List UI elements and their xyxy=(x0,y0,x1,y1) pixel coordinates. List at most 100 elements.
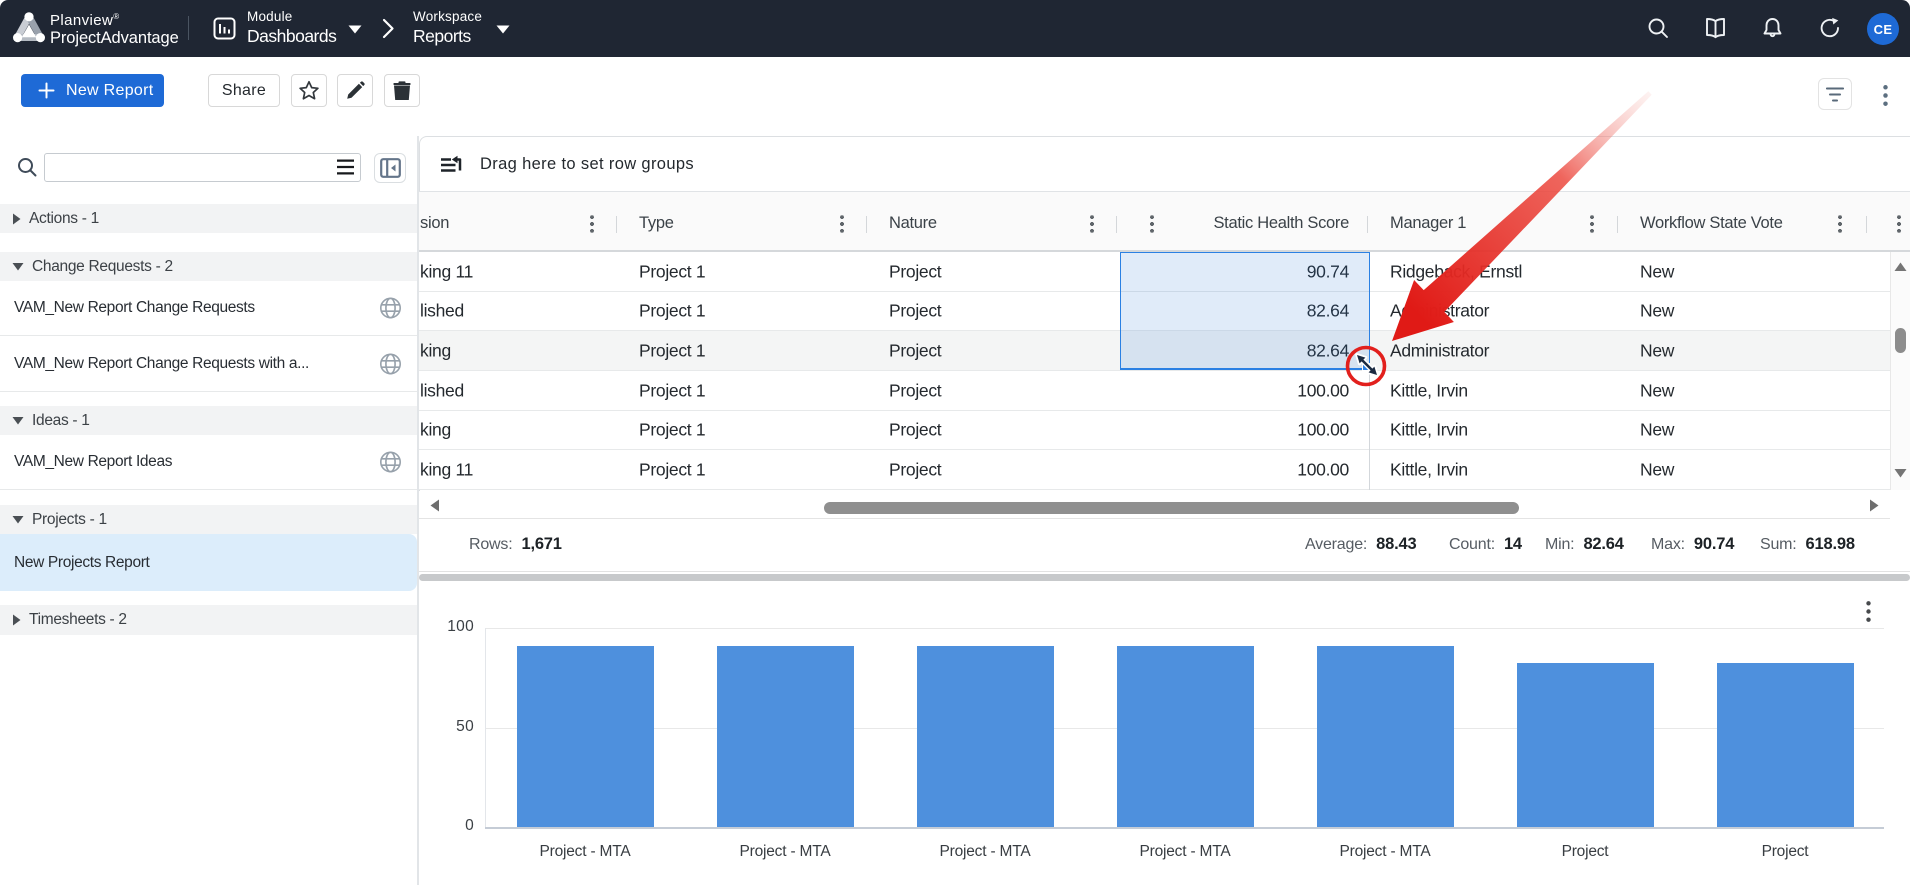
column-header-static-health-score[interactable]: Static Health Score xyxy=(1213,214,1349,233)
table-row[interactable]: king 11 Project 1 Project 100.00 Kittle,… xyxy=(419,450,1890,490)
cell-nature[interactable]: Project xyxy=(889,261,941,282)
module-caret-icon[interactable] xyxy=(348,25,362,34)
cell-nature[interactable]: Project xyxy=(889,340,941,361)
cell-version[interactable]: king 11 xyxy=(420,261,473,282)
avatar[interactable]: CE xyxy=(1867,13,1899,45)
cell-static-health-score[interactable]: 100.00 xyxy=(1297,380,1349,401)
cell-workflow-state-vote[interactable]: New xyxy=(1640,459,1674,480)
cell-nature[interactable]: Project xyxy=(889,459,941,480)
cell-static-health-score[interactable]: 100.00 xyxy=(1297,420,1349,441)
cell-static-health-score[interactable]: 100.00 xyxy=(1297,459,1349,480)
cell-version[interactable]: king 11 xyxy=(420,459,473,480)
cell-nature[interactable]: Project xyxy=(889,420,941,441)
bell-icon[interactable] xyxy=(1760,16,1785,40)
cell-version[interactable]: king xyxy=(420,340,451,361)
module-dashboards-icon[interactable] xyxy=(213,17,236,40)
cell-manager[interactable]: Kittle, Irvin xyxy=(1390,459,1468,480)
horizontal-scrollbar[interactable] xyxy=(419,491,1890,519)
filter-button[interactable] xyxy=(1818,78,1852,110)
cell-workflow-state-vote[interactable]: New xyxy=(1640,261,1674,282)
cell-type[interactable]: Project 1 xyxy=(639,301,705,322)
delete-button[interactable] xyxy=(384,74,420,107)
column-header-manager-1[interactable]: Manager 1 xyxy=(1390,214,1466,233)
panel-splitter[interactable] xyxy=(419,574,1910,581)
workspace-switcher[interactable]: Workspace Reports xyxy=(413,8,482,48)
chart-bar[interactable] xyxy=(1717,663,1854,828)
collapse-panel-button[interactable] xyxy=(374,153,406,183)
chart-bar[interactable] xyxy=(1117,646,1254,827)
refresh-icon[interactable] xyxy=(1818,16,1842,40)
sidebar-section-projects[interactable]: Projects - 1 xyxy=(0,505,417,534)
column-separator[interactable] xyxy=(866,216,867,233)
cell-workflow-state-vote[interactable]: New xyxy=(1640,420,1674,441)
edit-button[interactable] xyxy=(337,74,373,107)
cell-workflow-state-vote[interactable]: New xyxy=(1640,301,1674,322)
sidebar-search-input[interactable] xyxy=(44,153,361,182)
cell-nature[interactable]: Project xyxy=(889,380,941,401)
column-separator[interactable] xyxy=(1617,216,1618,233)
cell-manager[interactable]: Kittle, Irvin xyxy=(1390,420,1468,441)
sidebar-item-change-requests-2[interactable]: VAM_New Report Change Requests with a... xyxy=(0,336,417,392)
horizontal-scroll-thumb[interactable] xyxy=(824,502,1519,514)
chart-bar[interactable] xyxy=(717,646,854,827)
share-button[interactable]: Share xyxy=(208,74,280,107)
sidebar-section-change-requests[interactable]: Change Requests - 2 xyxy=(0,252,417,281)
column-header-workflow-state-vote[interactable]: Workflow State Vote xyxy=(1640,214,1783,233)
column-menu-icon[interactable] xyxy=(840,215,844,233)
vertical-scroll-thumb[interactable] xyxy=(1895,328,1906,353)
cell-workflow-state-vote[interactable]: New xyxy=(1640,380,1674,401)
column-menu-icon[interactable] xyxy=(1590,215,1594,233)
scroll-left-icon[interactable] xyxy=(430,499,440,512)
column-separator[interactable] xyxy=(616,216,617,233)
column-header-type[interactable]: Type xyxy=(639,214,674,233)
cell-version[interactable]: king xyxy=(420,420,451,441)
cell-manager[interactable]: Kittle, Irvin xyxy=(1390,380,1468,401)
cell-version[interactable]: lished xyxy=(420,380,464,401)
list-menu-icon[interactable] xyxy=(337,159,354,175)
cell-type[interactable]: Project 1 xyxy=(639,340,705,361)
table-row[interactable]: lished Project 1 Project 100.00 Kittle, … xyxy=(419,371,1890,411)
chart-bar[interactable] xyxy=(517,646,654,827)
column-header-version[interactable]: sion xyxy=(420,214,449,233)
cell-type[interactable]: Project 1 xyxy=(639,261,705,282)
vertical-scrollbar[interactable] xyxy=(1890,252,1910,490)
cell-manager[interactable]: Administrator xyxy=(1390,301,1489,322)
cell-manager[interactable]: Ridgeback, Ernstl xyxy=(1390,261,1522,282)
sidebar-section-ideas[interactable]: Ideas - 1 xyxy=(0,406,417,435)
fill-handle[interactable] xyxy=(1362,363,1370,371)
row-group-drop-zone[interactable]: Drag here to set row groups xyxy=(419,137,1910,192)
cell-workflow-state-vote[interactable]: New xyxy=(1640,340,1674,361)
chart-menu-kebab-icon[interactable] xyxy=(1860,599,1876,623)
chart-bar[interactable] xyxy=(917,646,1054,827)
scroll-right-icon[interactable] xyxy=(1869,499,1879,512)
search-icon[interactable] xyxy=(1646,16,1670,40)
new-report-button[interactable]: New Report xyxy=(21,74,164,107)
cell-type[interactable]: Project 1 xyxy=(639,459,705,480)
scroll-up-icon[interactable] xyxy=(1894,262,1907,272)
column-menu-icon[interactable] xyxy=(1090,215,1094,233)
sidebar-section-actions[interactable]: Actions - 1 xyxy=(0,204,417,233)
module-switcher[interactable]: Module Dashboards xyxy=(247,8,336,48)
cell-manager[interactable]: Administrator xyxy=(1390,340,1489,361)
sidebar-section-timesheets[interactable]: Timesheets - 2 xyxy=(0,605,417,635)
chart-bar[interactable] xyxy=(1317,646,1454,827)
column-menu-icon[interactable] xyxy=(1150,215,1154,233)
sidebar-item-new-projects-report[interactable]: New Projects Report xyxy=(0,534,417,591)
book-icon[interactable] xyxy=(1703,16,1728,40)
cell-version[interactable]: lished xyxy=(420,301,464,322)
cell-type[interactable]: Project 1 xyxy=(639,380,705,401)
column-separator[interactable] xyxy=(1116,216,1117,233)
scroll-down-icon[interactable] xyxy=(1894,468,1907,478)
favorite-button[interactable] xyxy=(291,74,327,107)
column-header-nature[interactable]: Nature xyxy=(889,214,937,233)
workspace-caret-icon[interactable] xyxy=(496,25,510,34)
toolbar-kebab-icon[interactable] xyxy=(1877,83,1893,107)
column-separator[interactable] xyxy=(1866,216,1867,233)
chart-bar[interactable] xyxy=(1517,663,1654,828)
column-menu-icon[interactable] xyxy=(1897,215,1901,233)
sidebar-item-ideas-1[interactable]: VAM_New Report Ideas xyxy=(0,435,417,490)
cell-type[interactable]: Project 1 xyxy=(639,420,705,441)
column-menu-icon[interactable] xyxy=(1838,215,1842,233)
table-row[interactable]: king Project 1 Project 100.00 Kittle, Ir… xyxy=(419,411,1890,450)
column-separator[interactable] xyxy=(1367,216,1368,233)
